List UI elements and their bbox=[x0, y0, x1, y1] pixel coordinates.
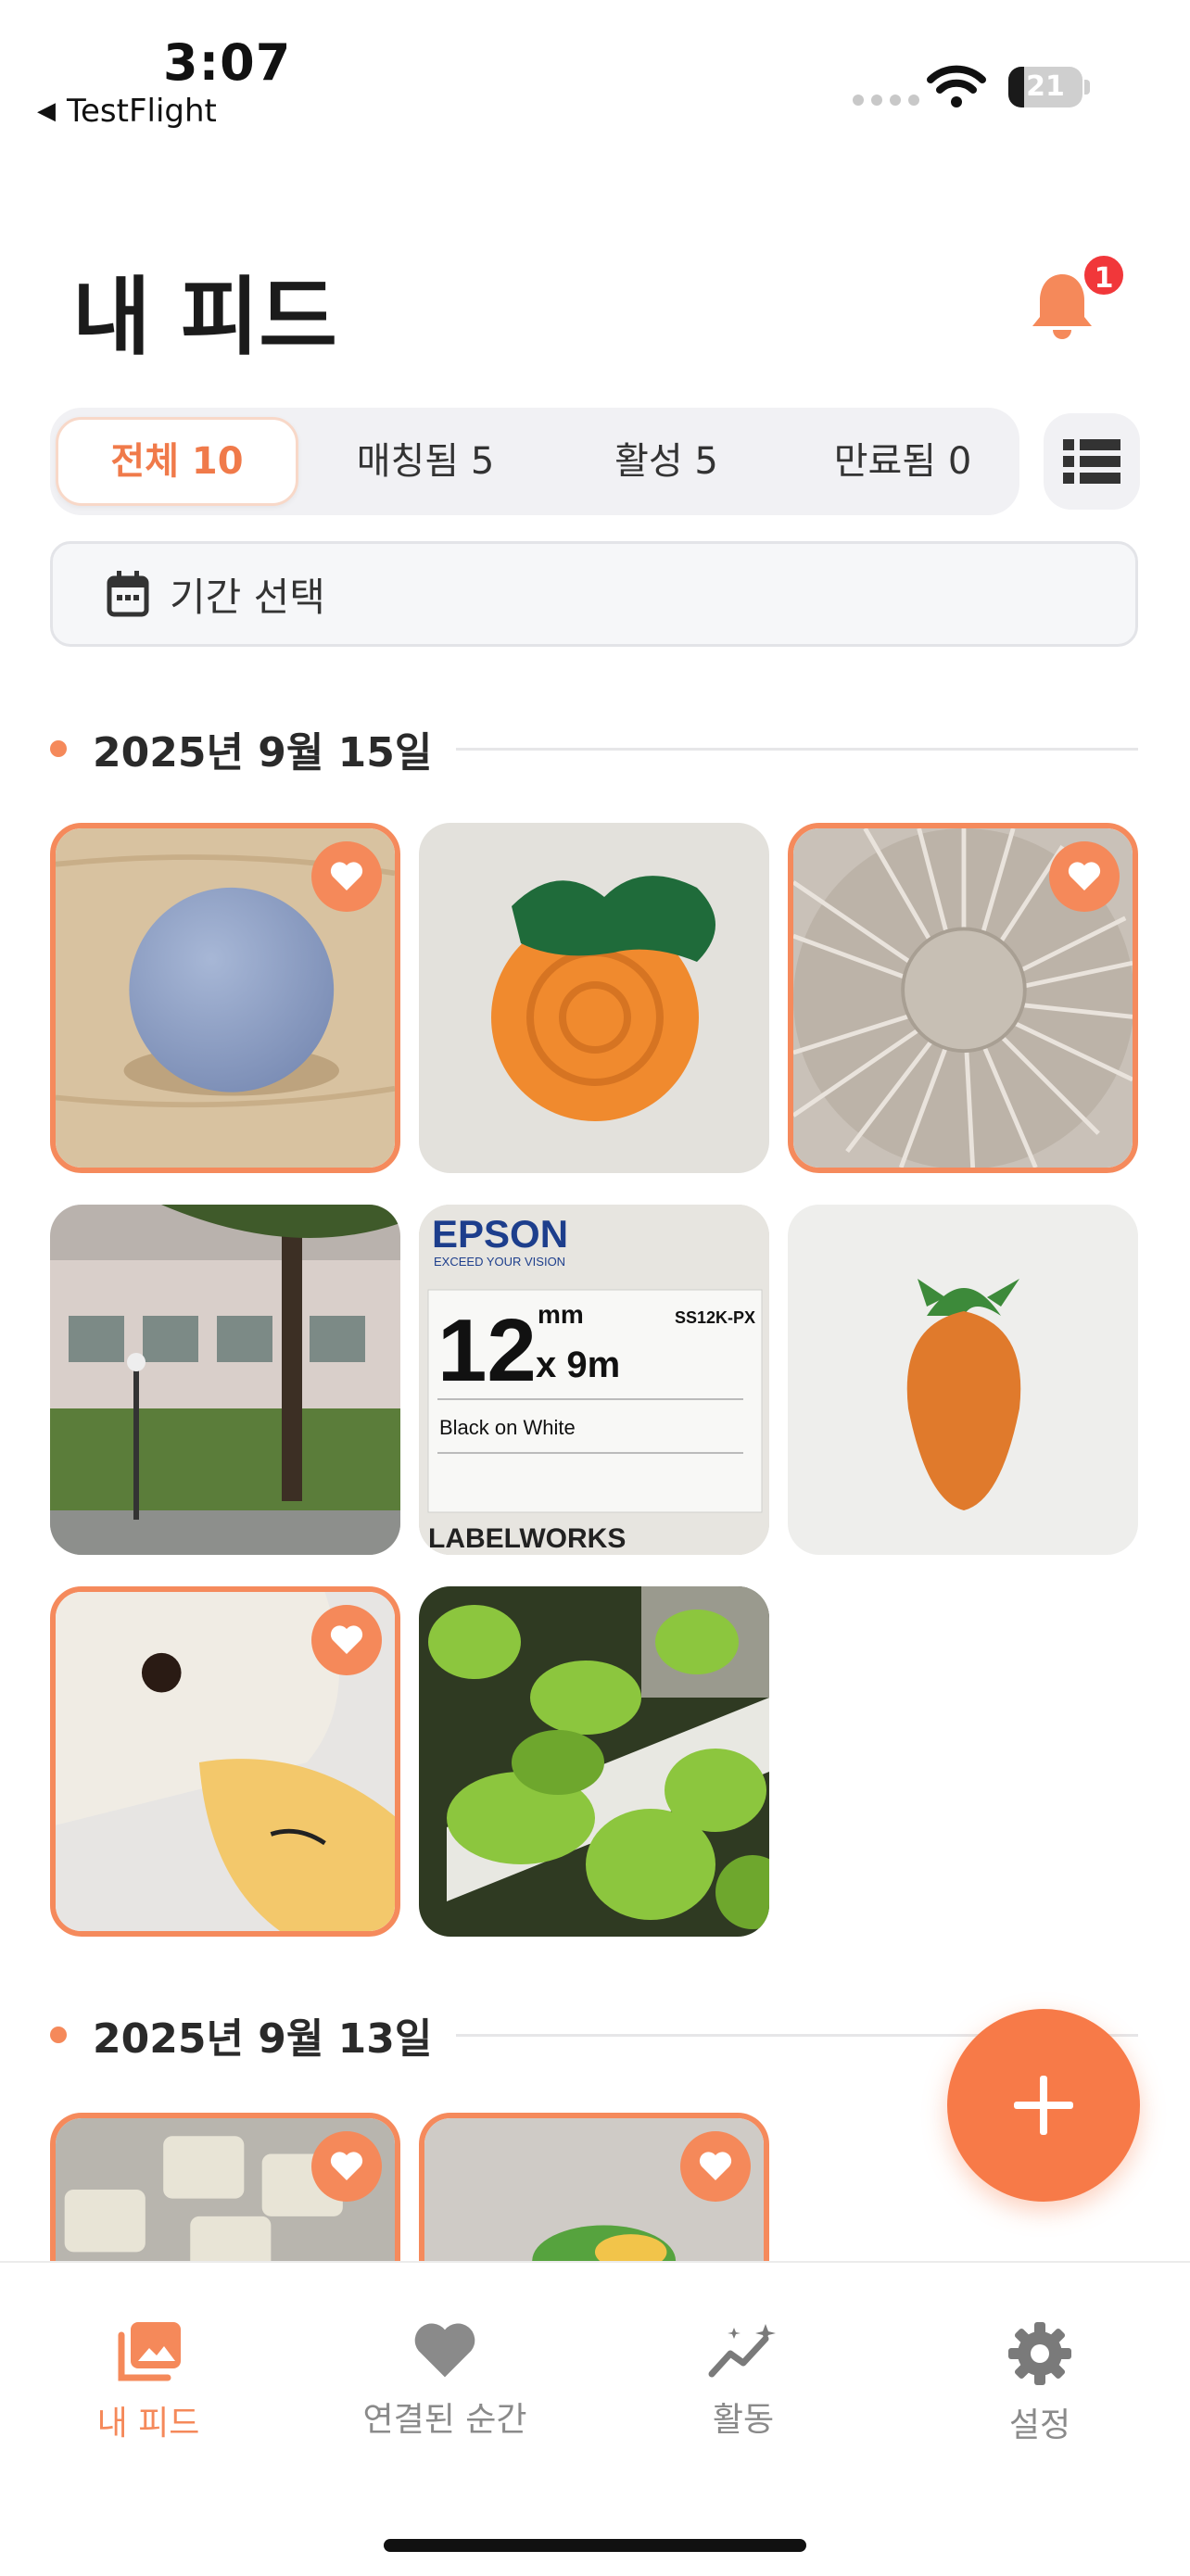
wifi-icon bbox=[927, 65, 986, 107]
section-dot bbox=[50, 2027, 67, 2043]
epson-tagline: EXCEED YOUR VISION bbox=[434, 1255, 565, 1269]
heart-icon bbox=[414, 2323, 475, 2378]
status-time: 3:07 bbox=[163, 33, 292, 92]
calendar-icon bbox=[107, 571, 149, 617]
date-range-label: 기간 선택 bbox=[170, 574, 325, 620]
match-heart-badge bbox=[680, 2131, 751, 2202]
tape-width-unit: mm bbox=[538, 1300, 584, 1329]
match-heart-badge bbox=[311, 841, 382, 912]
match-heart-badge bbox=[311, 1605, 382, 1675]
home-indicator bbox=[384, 2539, 806, 2552]
photo-card-blue-ball[interactable] bbox=[50, 823, 400, 1173]
plus-icon bbox=[1014, 2076, 1073, 2135]
date-range-selector[interactable]: 기간 선택 bbox=[50, 541, 1138, 647]
photo-card-label-tape[interactable]: EPSON EXCEED YOUR VISION 12 mm x 9m SS12… bbox=[419, 1205, 769, 1555]
tab-settings[interactable]: 설정 bbox=[929, 2322, 1151, 2446]
tab-activity[interactable]: 활동 bbox=[632, 2322, 855, 2441]
tape-length: x 9m bbox=[536, 1345, 620, 1385]
photo-card-embroidered-carrot[interactable] bbox=[788, 1205, 1138, 1555]
tab-matched[interactable]: 매칭됨 5 bbox=[310, 417, 541, 506]
tape-series: LABELWORKS bbox=[428, 1523, 626, 1554]
section-dot bbox=[50, 740, 67, 757]
photo-card-trees[interactable] bbox=[50, 1205, 400, 1555]
section-date: 2025년 9월 13일 bbox=[93, 2015, 433, 2063]
tab-connected-moments[interactable]: 연결된 순간 bbox=[334, 2322, 556, 2441]
photo-card-desk-fan[interactable] bbox=[788, 823, 1138, 1173]
heart-icon bbox=[330, 2152, 363, 2180]
tab-label: 내 피드 bbox=[96, 2405, 200, 2443]
battery-icon: 21 bbox=[1008, 67, 1082, 107]
tape-width: 12 bbox=[437, 1301, 537, 1400]
section-divider bbox=[456, 747, 1138, 751]
notification-badge: 1 bbox=[1081, 252, 1127, 298]
tape-description: Black on White bbox=[439, 1416, 576, 1439]
page-title: 내 피드 bbox=[72, 268, 337, 367]
photo-card-plush-duck[interactable] bbox=[50, 1586, 400, 1937]
back-app-label: TestFlight bbox=[67, 93, 217, 130]
tab-active[interactable]: 활성 5 bbox=[551, 417, 782, 506]
photo-card-toy[interactable] bbox=[419, 2113, 769, 2261]
tab-label: 연결된 순간 bbox=[362, 2401, 527, 2439]
tab-label: 활동 bbox=[712, 2401, 775, 2439]
back-arrow-icon: ◀ bbox=[37, 97, 56, 125]
tab-all[interactable]: 전체 10 bbox=[56, 417, 298, 506]
heart-icon bbox=[330, 1625, 363, 1654]
list-view-icon bbox=[1063, 439, 1120, 484]
bottom-tab-bar: 내 피드 연결된 순간 활동 설정 bbox=[0, 2261, 1190, 2576]
epson-logo: EPSON bbox=[432, 1212, 568, 1256]
heart-icon bbox=[1068, 862, 1101, 890]
photo-card-keypad[interactable] bbox=[50, 2113, 400, 2261]
heart-icon bbox=[330, 862, 363, 890]
activity-chart-icon bbox=[708, 2324, 776, 2378]
tab-my-feed[interactable]: 내 피드 bbox=[37, 2322, 260, 2444]
filter-tabs: 전체 10 매칭됨 5 활성 5 만료됨 0 bbox=[50, 408, 1019, 515]
cellular-signal-icon bbox=[853, 95, 919, 106]
battery-cap bbox=[1084, 80, 1090, 95]
heart-icon bbox=[699, 2152, 732, 2180]
photo-library-icon bbox=[118, 2322, 181, 2381]
photo-card-crochet-persimmon[interactable] bbox=[419, 823, 769, 1173]
add-photo-button[interactable] bbox=[947, 2009, 1140, 2202]
gear-icon bbox=[1008, 2322, 1071, 2385]
list-view-button[interactable] bbox=[1044, 413, 1140, 510]
tab-label: 설정 bbox=[1008, 2406, 1071, 2444]
battery-level: 21 bbox=[1026, 70, 1065, 103]
date-section-header: 2025년 9월 15일 bbox=[50, 721, 1138, 777]
tape-model: SS12K-PX bbox=[675, 1308, 755, 1327]
photo-card-plants[interactable] bbox=[419, 1586, 769, 1937]
match-heart-badge bbox=[1049, 841, 1120, 912]
match-heart-badge bbox=[311, 2131, 382, 2202]
tab-expired[interactable]: 만료됨 0 bbox=[791, 417, 1014, 506]
back-to-app-link[interactable]: ◀ TestFlight bbox=[37, 93, 217, 130]
section-date: 2025년 9월 15일 bbox=[93, 729, 433, 777]
